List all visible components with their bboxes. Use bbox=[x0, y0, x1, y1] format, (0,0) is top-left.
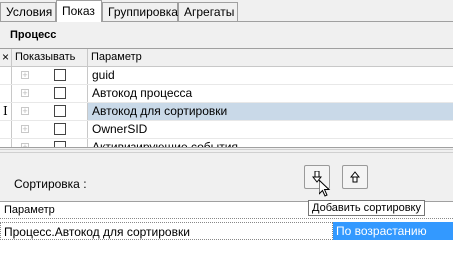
param-cell: OwnerSID bbox=[92, 122, 148, 136]
add-sort-tooltip: Добавить сортировку bbox=[308, 200, 425, 216]
table-row[interactable]: Процесс.Автокод для сортировки По возрас… bbox=[0, 222, 453, 240]
grid-header: × Показывать Параметр bbox=[0, 49, 453, 67]
splitter[interactable] bbox=[0, 149, 453, 153]
table-row[interactable]: + Активизирующие события bbox=[0, 139, 453, 148]
param-column-header[interactable]: Параметр bbox=[88, 49, 453, 66]
show-cell: + bbox=[12, 85, 88, 102]
plus-icon: + bbox=[21, 88, 29, 98]
param-cell: Автокод для сортировки bbox=[88, 103, 453, 120]
show-cell: + bbox=[12, 121, 88, 138]
plus-icon: + bbox=[21, 124, 29, 134]
param-cell: Автокод процесса bbox=[92, 86, 193, 100]
plus-icon: + bbox=[21, 143, 29, 147]
sort-param-cell[interactable]: Процесс.Автокод для сортировки bbox=[0, 222, 333, 240]
text-cursor-icon: I bbox=[3, 104, 8, 118]
section-title: Процесс bbox=[10, 29, 57, 41]
table-row[interactable]: + Автокод процесса bbox=[0, 85, 453, 103]
remove-sort-button[interactable] bbox=[342, 165, 368, 189]
row-header[interactable] bbox=[0, 67, 12, 84]
param-cell: guid bbox=[92, 68, 115, 82]
row-header[interactable] bbox=[0, 85, 12, 102]
sort-order-cell[interactable]: По возрастанию bbox=[333, 222, 453, 240]
show-checkbox[interactable] bbox=[54, 87, 66, 99]
show-checkbox[interactable] bbox=[54, 69, 66, 81]
row-header[interactable] bbox=[0, 139, 12, 147]
table-row[interactable]: I + Автокод для сортировки bbox=[0, 103, 453, 121]
arrow-up-icon bbox=[349, 171, 361, 183]
plus-icon: + bbox=[21, 70, 29, 80]
show-checkbox[interactable] bbox=[54, 105, 66, 117]
mouse-pointer-icon bbox=[319, 180, 331, 197]
tab-display[interactable]: Показ bbox=[56, 0, 102, 22]
tab-aggregates[interactable]: Агрегаты bbox=[178, 2, 238, 21]
close-icon[interactable]: × bbox=[2, 49, 9, 66]
row-header[interactable] bbox=[0, 121, 12, 138]
tab-grouping[interactable]: Группировка bbox=[102, 2, 178, 21]
tab-strip: Условия Показ Группировка Агрегаты bbox=[0, 0, 453, 22]
plus-icon: + bbox=[21, 106, 29, 116]
show-checkbox[interactable] bbox=[54, 123, 66, 135]
show-cell: + bbox=[12, 103, 88, 120]
show-cell: + bbox=[12, 139, 88, 147]
tab-conditions[interactable]: Условия bbox=[0, 2, 56, 21]
parameter-grid[interactable]: × Показывать Параметр + guid + Автокод п… bbox=[0, 48, 453, 148]
table-row[interactable]: + guid bbox=[0, 67, 453, 85]
show-cell: + bbox=[12, 67, 88, 84]
row-header[interactable]: I bbox=[0, 103, 12, 120]
sort-label: Сортировка : bbox=[14, 177, 87, 191]
close-column-header[interactable]: × bbox=[0, 49, 12, 66]
table-row[interactable]: + OwnerSID bbox=[0, 121, 453, 139]
param-cell: Активизирующие события bbox=[92, 140, 238, 148]
show-column-header[interactable]: Показывать bbox=[12, 49, 88, 66]
show-checkbox[interactable] bbox=[54, 141, 66, 147]
